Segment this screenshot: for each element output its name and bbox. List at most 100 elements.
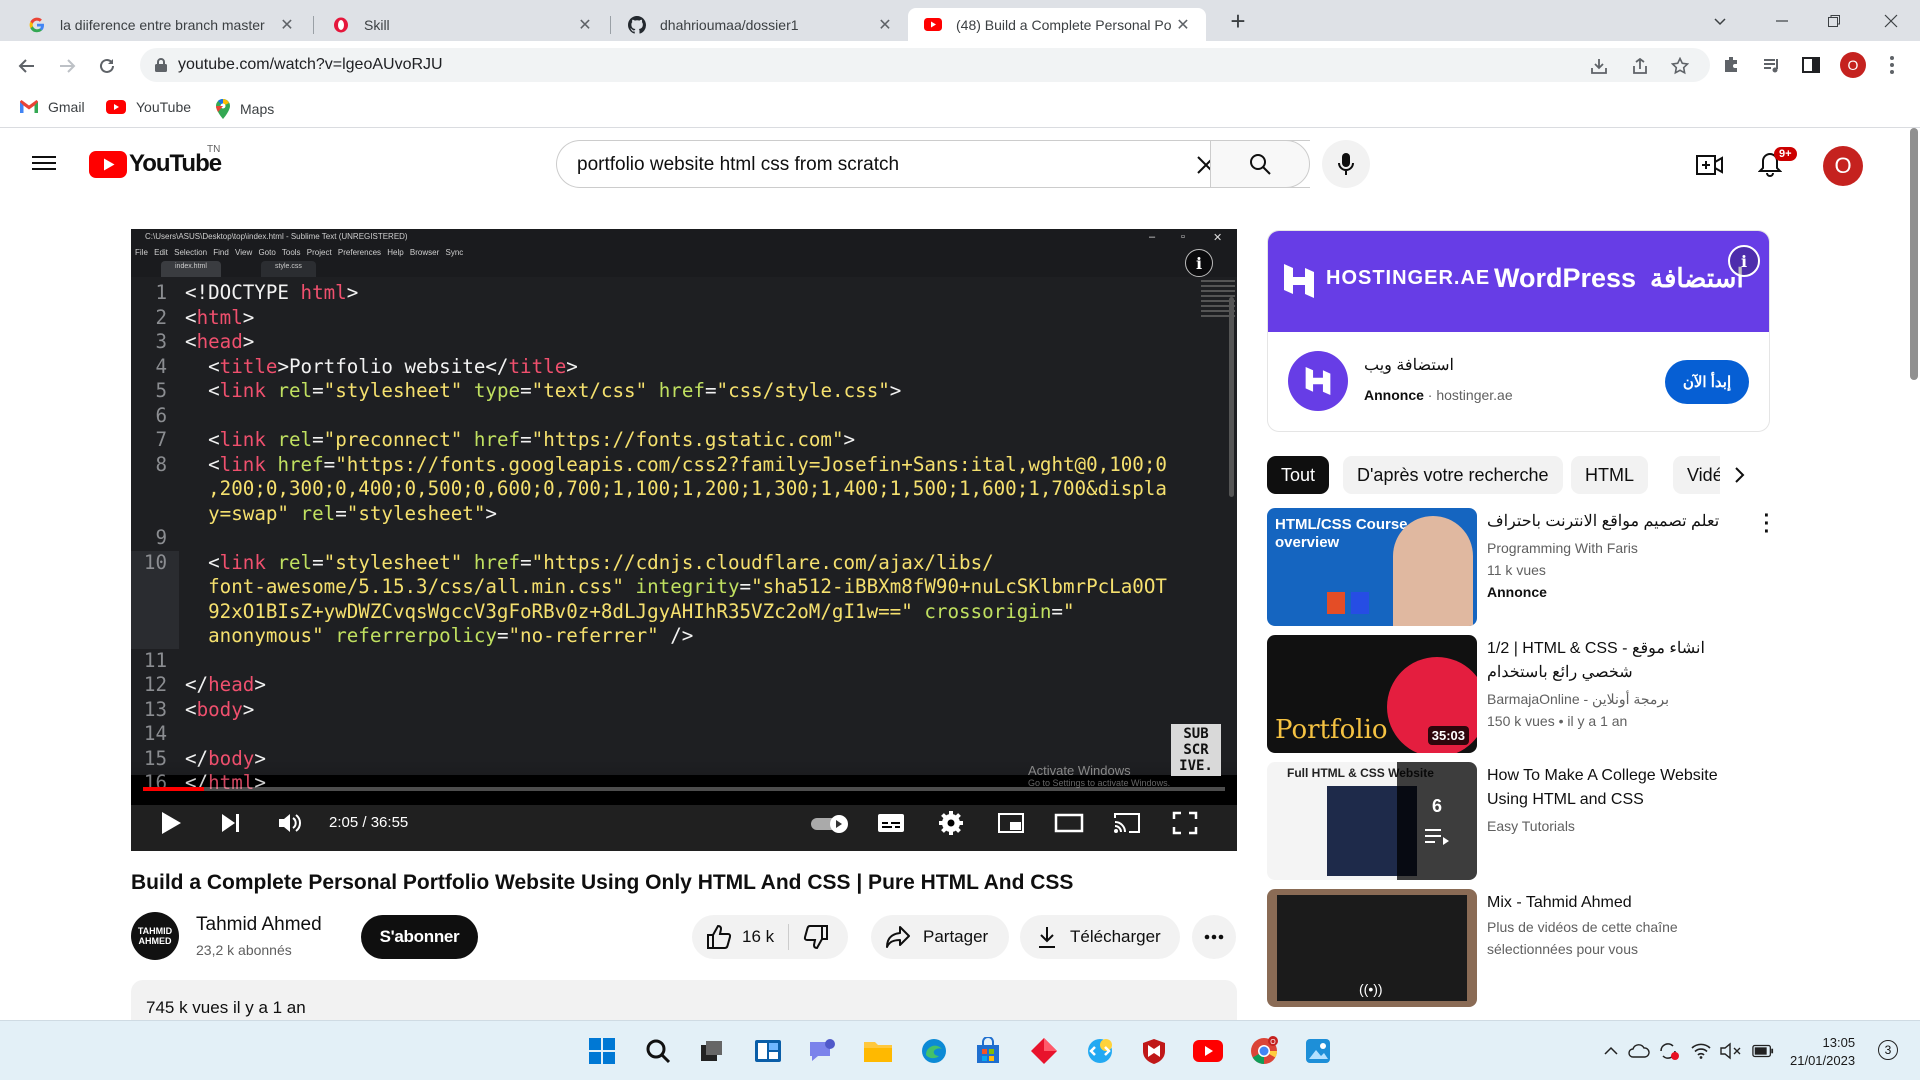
cast-icon[interactable] [1107,805,1147,841]
video-thumbnail[interactable]: HTML/CSS Course overview [1267,508,1477,626]
next-video-icon[interactable] [213,805,249,841]
account-avatar[interactable]: O [1823,146,1863,186]
fullscreen-icon[interactable] [1165,805,1205,841]
chip-related[interactable]: D'après votre recherche [1343,456,1563,494]
create-video-icon[interactable] [1694,149,1726,181]
browser-tab-3[interactable]: dhahrioumaa/dossier1 ✕ [612,8,908,41]
like-button[interactable]: 16 k [706,924,774,950]
back-icon[interactable] [11,50,43,82]
new-tab-button[interactable]: + [1222,8,1254,34]
youtube-logo[interactable]: YouTube TN [89,144,222,178]
chrome-icon[interactable]: O [1248,1035,1280,1067]
bookmark-gmail[interactable]: Gmail [20,99,85,115]
address-bar[interactable]: youtube.com/watch?v=lgeoAUvoRJU [140,48,1710,82]
app-diamond-icon[interactable] [1028,1035,1060,1067]
recommendation-title[interactable]: 1/2 | HTML & CSS - انشاء موقع شخصي رائع … [1487,637,1757,685]
video-player[interactable]: C:\Users\ASUS\Desktop\top\index.html - S… [131,229,1237,851]
recommendation-item[interactable]: Portfolio 35:03 1/2 | HTML & CSS - انشاء… [1267,635,1787,753]
close-tab-icon[interactable]: ✕ [576,15,594,35]
browser-tab-4-active[interactable]: (48) Build a Complete Personal Po ✕ [908,8,1206,41]
tab-search-icon[interactable] [1691,0,1749,41]
menu-icon[interactable] [32,152,56,176]
recommendation-title[interactable]: How To Make A College Website Using HTML… [1487,764,1757,812]
side-panel-icon[interactable] [1799,53,1823,77]
ad-card[interactable]: HOSTINGER.AE WordPress استضافة i استضافة… [1267,230,1770,432]
ad-cta-button[interactable]: إبدأ الآن [1665,360,1749,404]
video-thumbnail[interactable]: Portfolio 35:03 [1267,635,1477,753]
teams-chat-icon[interactable] [806,1035,838,1067]
onedrive-icon[interactable] [1628,1040,1650,1062]
channel-avatar[interactable]: TAHMID AHMED [131,912,179,960]
task-view-icon[interactable] [696,1035,728,1067]
video-thumbnail[interactable]: Full HTML & CSS Website 6 [1267,762,1477,880]
volume-muted-icon[interactable] [1720,1040,1742,1062]
bookmark-youtube[interactable]: YouTube [106,99,191,115]
voice-search-button[interactable] [1322,140,1370,188]
windows-start-icon[interactable] [586,1035,618,1067]
dislike-button[interactable] [803,924,829,950]
battery-icon[interactable] [1752,1040,1774,1062]
autoplay-toggle[interactable] [807,805,855,841]
video-thumbnail[interactable]: ((•)) [1267,889,1477,1007]
lock-icon[interactable] [154,57,168,78]
media-control-icon[interactable] [1760,53,1784,77]
video-info-icon[interactable]: i [1185,249,1213,277]
microsoft-store-icon[interactable] [972,1035,1004,1067]
minimize-icon[interactable] [1753,0,1811,41]
recommendation-item[interactable]: Full HTML & CSS Website 6 How To Make A … [1267,762,1787,880]
close-tab-icon[interactable]: ✕ [278,15,296,35]
restore-icon[interactable] [1805,0,1863,41]
browser-tab-1[interactable]: la diiference entre branch master ✕ [12,8,310,41]
recommendation-title[interactable]: Mix - Tahmid Ahmed [1487,891,1757,915]
profile-avatar[interactable]: O [1840,52,1866,78]
share-icon[interactable] [1629,55,1651,77]
photos-app-icon[interactable] [1302,1035,1334,1067]
forward-icon[interactable] [51,50,83,82]
search-input[interactable]: portfolio website html css from scratch [556,140,1310,188]
play-icon[interactable] [153,805,189,841]
close-tab-icon[interactable]: ✕ [876,15,894,35]
channel-name[interactable]: Tahmid Ahmed [196,914,322,936]
subtitles-icon[interactable] [871,805,911,841]
taskbar-clock[interactable]: 13:05 21/01/2023 [1790,1034,1855,1070]
progress-bar[interactable] [143,787,1225,791]
recommendation-channel[interactable]: Easy Tutorials [1487,818,1575,834]
download-button[interactable]: Télécharger [1020,915,1180,959]
chip-all[interactable]: Tout [1267,456,1330,494]
more-actions-button[interactable] [1192,915,1236,959]
volume-icon[interactable] [271,805,307,841]
chip-html[interactable]: HTML [1571,456,1648,494]
mcafee-icon[interactable] [1138,1035,1170,1067]
recommendation-title[interactable]: تعلم تصميم مواقع الانترنت باحتراف [1487,510,1745,534]
more-vertical-icon[interactable]: · · · [1757,506,1777,542]
theater-mode-icon[interactable] [1049,805,1089,841]
recommendation-item[interactable]: HTML/CSS Course overview تعلم تصميم مواق… [1267,506,1787,626]
close-window-icon[interactable] [1862,0,1920,41]
youtube-app-icon[interactable] [1192,1035,1224,1067]
notification-center-badge[interactable]: 3 [1878,1040,1898,1060]
recommendation-item[interactable]: ((•)) Mix - Tahmid Ahmed Plus de vidéos … [1267,889,1787,1007]
page-scrollbar[interactable] [1906,128,1920,1020]
chips-next-icon[interactable] [1720,456,1760,494]
subscribe-button[interactable]: S'abonner [361,915,478,959]
widgets-icon[interactable] [752,1035,784,1067]
share-button[interactable]: Partager [871,915,1009,959]
miniplayer-icon[interactable] [991,805,1031,841]
settings-gear-icon[interactable] [931,805,971,841]
windows-search-icon[interactable] [642,1035,674,1067]
tray-overflow-icon[interactable] [1600,1040,1622,1062]
network-sync-icon[interactable] [1658,1040,1680,1062]
vscode-icon[interactable] [1084,1035,1116,1067]
ad-info-icon[interactable]: i [1728,245,1760,277]
reload-icon[interactable] [91,50,123,82]
close-tab-icon[interactable]: ✕ [1174,15,1192,35]
search-button[interactable] [1210,140,1310,188]
ad-banner[interactable]: HOSTINGER.AE WordPress استضافة [1268,231,1769,332]
install-icon[interactable] [1588,55,1610,77]
recommendation-channel[interactable]: Programming With Faris [1487,540,1638,556]
bookmark-maps[interactable]: Maps [216,99,274,119]
recommendation-channel[interactable]: BarmajaOnline - برمجة أونلاين [1487,691,1669,708]
wifi-icon[interactable] [1690,1040,1712,1062]
extensions-icon[interactable] [1720,53,1744,77]
browser-tab-2[interactable]: Skill ✕ [316,8,608,41]
